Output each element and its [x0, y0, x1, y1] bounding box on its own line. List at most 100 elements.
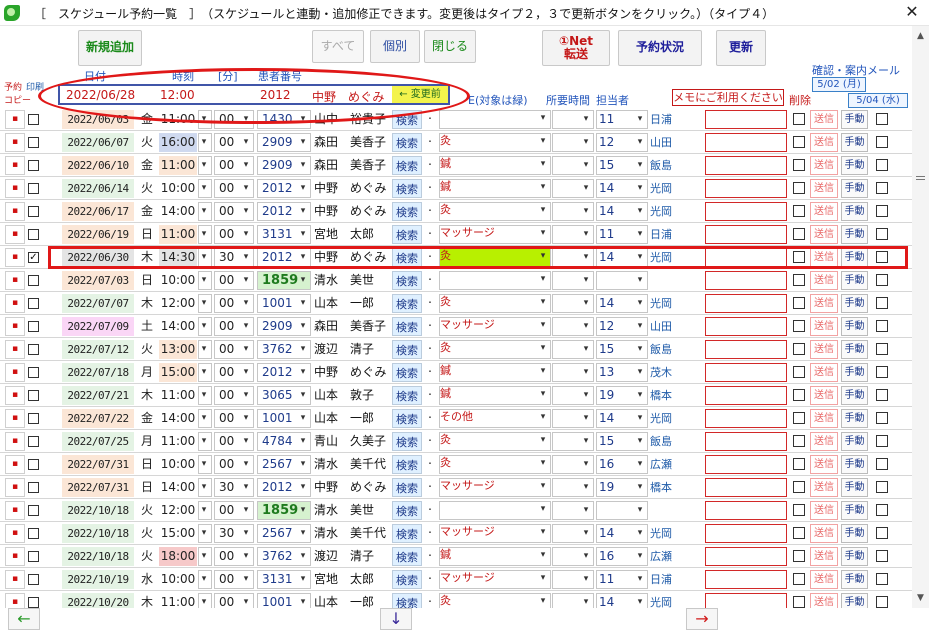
duration-select[interactable]: ▾ [552, 317, 594, 336]
time-cell[interactable]: 10:00 [159, 271, 197, 290]
staff-select[interactable]: 14 ▾ [596, 202, 648, 221]
manual-button[interactable]: 手動 [841, 478, 868, 497]
treatment-select[interactable]: 灸 ▾ [439, 455, 551, 474]
manual-button[interactable]: 手動 [841, 386, 868, 405]
send-button[interactable]: 送信 [810, 133, 838, 152]
reserve-mark-icon[interactable]: ▪ [5, 593, 25, 608]
reserve-mark-icon[interactable]: ▪ [5, 179, 25, 198]
duration-select[interactable]: ▾ [552, 524, 594, 543]
memo-input[interactable] [705, 179, 787, 198]
time-dropdown[interactable]: ▾ [198, 294, 212, 313]
send-button[interactable]: 送信 [810, 455, 838, 474]
print-checkbox[interactable] [28, 482, 39, 493]
table-row[interactable]: ▪ 2022/06/07 火 16:00 ▾ 00 ▾ 2909 ▾ 森田 美香子 検索･灸 ▾ ▾ 12… [0, 131, 912, 154]
date-cell[interactable]: 2022/10/18 [62, 524, 134, 543]
delete-checkbox[interactable] [876, 596, 888, 608]
memo-input[interactable] [705, 340, 787, 359]
staff-select[interactable]: 14 ▾ [596, 179, 648, 198]
search-button[interactable]: 検索 [392, 501, 422, 520]
date-cell[interactable]: 2022/07/22 [62, 409, 134, 428]
date-cell[interactable]: 2022/06/14 [62, 179, 134, 198]
memo-input[interactable] [705, 271, 787, 290]
time-cell[interactable]: 10:00 [159, 570, 197, 589]
duration-select[interactable]: ▾ [552, 110, 594, 129]
duration-select[interactable]: ▾ [552, 593, 594, 608]
patient-no-select[interactable]: 1859 ▾ [257, 271, 311, 290]
reserve-mark-icon[interactable]: ▪ [5, 156, 25, 175]
detail-dot-button[interactable]: ･ [423, 179, 437, 198]
patient-no-select[interactable]: 3065 ▾ [257, 386, 311, 405]
print-checkbox[interactable] [28, 528, 39, 539]
manual-button[interactable]: 手動 [841, 133, 868, 152]
patient-no-select[interactable]: 2567 ▾ [257, 524, 311, 543]
delete-checkbox[interactable] [876, 481, 888, 493]
reservation-status-button[interactable]: 予約状況 [618, 30, 702, 66]
memo-input[interactable] [705, 317, 787, 336]
memo-input[interactable] [705, 455, 787, 474]
time-cell[interactable]: 10:00 [159, 179, 197, 198]
minute-select[interactable]: 00 ▾ [214, 110, 254, 129]
send-button[interactable]: 送信 [810, 432, 838, 451]
send-button[interactable]: 送信 [810, 478, 838, 497]
duration-select[interactable]: ▾ [552, 501, 594, 520]
mail-date-2[interactable]: 5/04 (水) [848, 93, 908, 108]
send-button[interactable]: 送信 [810, 179, 838, 198]
mail-checkbox[interactable] [793, 435, 805, 447]
minute-select[interactable]: 00 ▾ [214, 593, 254, 608]
minute-select[interactable]: 00 ▾ [214, 501, 254, 520]
delete-checkbox[interactable] [876, 136, 888, 148]
vertical-scrollbar[interactable]: ▲ ▼ [912, 26, 929, 608]
time-dropdown[interactable]: ▾ [198, 340, 212, 359]
minute-select[interactable]: 00 ▾ [214, 386, 254, 405]
mail-checkbox[interactable] [793, 550, 805, 562]
patient-no-select[interactable]: 3131 ▾ [257, 225, 311, 244]
time-dropdown[interactable]: ▾ [198, 593, 212, 608]
delete-checkbox[interactable] [876, 205, 888, 217]
memo-input[interactable] [705, 202, 787, 221]
duration-select[interactable]: ▾ [552, 271, 594, 290]
individual-button[interactable]: 個別 [370, 30, 420, 63]
manual-button[interactable]: 手動 [841, 547, 868, 566]
time-dropdown[interactable]: ▾ [198, 202, 212, 221]
staff-select[interactable]: 14 ▾ [596, 248, 648, 267]
duration-select[interactable]: ▾ [552, 294, 594, 313]
update-button[interactable]: 更新 [716, 30, 766, 66]
manual-button[interactable]: 手動 [841, 179, 868, 198]
time-dropdown[interactable]: ▾ [198, 271, 212, 290]
add-new-button[interactable]: 新規追加 [78, 30, 142, 66]
table-row[interactable]: ▪ 2022/07/21 木 11:00 ▾ 00 ▾ 3065 ▾ 山本 敦子 検索･鍼 ▾ ▾ 19 ▾… [0, 384, 912, 407]
next-page-button[interactable]: → [686, 608, 718, 630]
table-row[interactable]: ▪ 2022/07/25 月 11:00 ▾ 00 ▾ 4784 ▾ 青山 久美子 検索･灸 ▾ ▾ 15… [0, 430, 912, 453]
patient-no-select[interactable]: 2012 ▾ [257, 179, 311, 198]
scroll-down-button[interactable]: ↓ [380, 608, 412, 630]
treatment-select[interactable]: 鍼 ▾ [439, 363, 551, 382]
print-checkbox[interactable] [28, 114, 39, 125]
manual-button[interactable]: 手動 [841, 501, 868, 520]
send-button[interactable]: 送信 [810, 409, 838, 428]
time-dropdown[interactable]: ▾ [198, 179, 212, 198]
scroll-down-icon[interactable]: ▼ [912, 590, 929, 606]
date-cell[interactable]: 2022/07/07 [62, 294, 134, 313]
send-button[interactable]: 送信 [810, 570, 838, 589]
table-row[interactable]: ▪ 2022/07/18 月 15:00 ▾ 00 ▾ 2012 ▾ 中野 めぐみ 検索･鍼 ▾ ▾ 13… [0, 361, 912, 384]
send-button[interactable]: 送信 [810, 501, 838, 520]
search-button[interactable]: 検索 [392, 110, 422, 129]
delete-checkbox[interactable] [876, 320, 888, 332]
reserve-mark-icon[interactable]: ▪ [5, 363, 25, 382]
delete-checkbox[interactable] [876, 251, 888, 263]
table-row[interactable]: ▪ 2022/07/31 日 14:00 ▾ 30 ▾ 2012 ▾ 中野 めぐみ 検索･マッサージ… [0, 476, 912, 499]
duration-select[interactable]: ▾ [552, 570, 594, 589]
memo-input[interactable] [705, 363, 787, 382]
minute-select[interactable]: 00 ▾ [214, 271, 254, 290]
minute-select[interactable]: 30 ▾ [214, 248, 254, 267]
mail-checkbox[interactable] [793, 228, 805, 240]
date-cell[interactable]: 2022/07/25 [62, 432, 134, 451]
minute-select[interactable]: 00 ▾ [214, 455, 254, 474]
print-checkbox[interactable] [28, 436, 39, 447]
staff-select[interactable]: 14 ▾ [596, 524, 648, 543]
date-cell[interactable]: 2022/06/10 [62, 156, 134, 175]
time-cell[interactable]: 11:00 [159, 225, 197, 244]
staff-select[interactable]: 16 ▾ [596, 455, 648, 474]
staff-select[interactable]: 11 ▾ [596, 110, 648, 129]
mail-checkbox[interactable] [793, 366, 805, 378]
